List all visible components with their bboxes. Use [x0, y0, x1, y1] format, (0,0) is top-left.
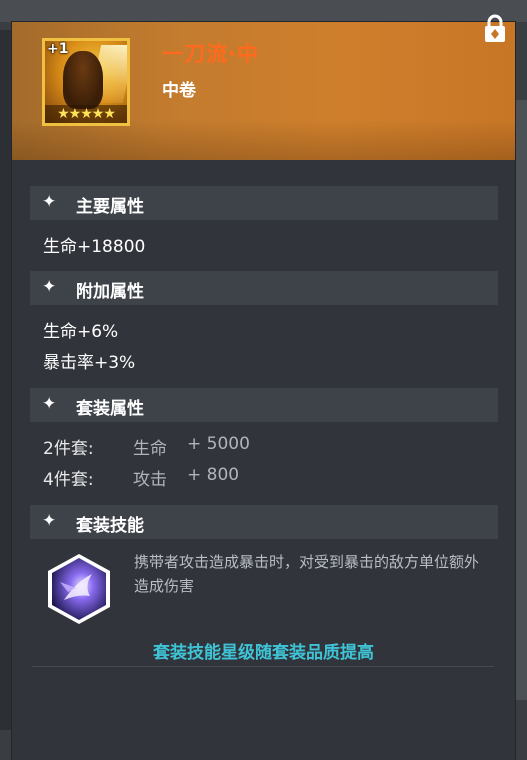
- header-shade: [12, 120, 515, 160]
- section-title: 附加属性: [76, 282, 144, 302]
- skill-icon-svg: [48, 554, 110, 624]
- item-type: 中卷: [162, 81, 196, 101]
- section-title: 套装技能: [76, 516, 144, 536]
- level-badge: +1: [47, 41, 69, 57]
- section-extra-attributes: ✦ 附加属性: [30, 271, 498, 305]
- section-main-attributes: ✦ 主要属性: [30, 186, 498, 220]
- tooltip-header: +1 ★★★★★ 一刀流·中 中卷: [12, 14, 515, 160]
- extra-attribute-line: 暴击率+3%: [43, 353, 136, 373]
- set-count: 4件套:: [43, 470, 94, 490]
- set-stat: 攻击: [133, 470, 167, 490]
- star-rating: ★★★★★: [45, 105, 127, 123]
- extra-attribute-line: 生命+6%: [43, 322, 119, 342]
- section-title: 主要属性: [76, 197, 144, 217]
- hexagon-skill-icon[interactable]: [46, 552, 112, 626]
- section-set-skill: ✦ 套装技能: [30, 505, 498, 539]
- item-name: 一刀流·中: [162, 42, 259, 66]
- sparkle-icon: ✦: [42, 192, 57, 212]
- background-left-panel: [0, 30, 12, 730]
- divider: [32, 666, 494, 667]
- sparkle-icon: ✦: [42, 394, 57, 414]
- skill-description: 携带者攻击造成暴击时，对受到暴击的敌方单位额外造成伤害: [134, 553, 480, 595]
- item-figure: [63, 51, 103, 109]
- lock-icon-svg: [485, 14, 505, 42]
- footer-note: 套装技能星级随套装品质提高: [153, 643, 374, 663]
- equipment-tooltip: +1 ★★★★★ 一刀流·中 中卷 ✦ 主要属性 生命+18800 ✦ 附加属性…: [12, 14, 515, 760]
- section-set-attributes: ✦ 套装属性: [30, 388, 498, 422]
- set-value: + 800: [187, 465, 240, 485]
- background-strip: [0, 0, 527, 22]
- set-count: 2件套:: [43, 439, 94, 459]
- set-stat: 生命: [133, 439, 167, 459]
- set-value: + 5000: [187, 434, 250, 454]
- lock-icon[interactable]: [482, 13, 508, 47]
- item-icon: +1 ★★★★★: [42, 38, 130, 126]
- main-attribute-line: 生命+18800: [43, 237, 146, 257]
- section-title: 套装属性: [76, 399, 144, 419]
- sparkle-icon: ✦: [42, 511, 57, 531]
- sparkle-icon: ✦: [42, 277, 57, 297]
